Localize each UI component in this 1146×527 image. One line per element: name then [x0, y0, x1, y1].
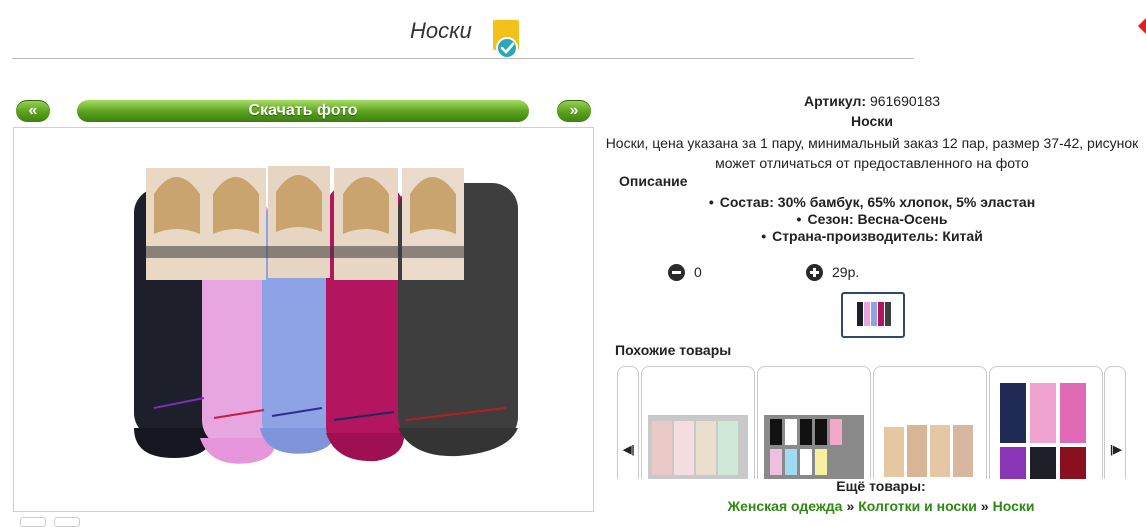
similar-product-image [884, 425, 973, 477]
product-name: Носки [851, 113, 893, 129]
page-title: Носки [410, 18, 472, 43]
carousel-next-button[interactable]: |▶ [1104, 366, 1126, 479]
breadcrumb-separator: » [980, 498, 989, 514]
more-products-heading: Ещё товары: [836, 478, 926, 494]
skip-back-icon: ◀| [623, 444, 635, 456]
skip-forward-icon: |▶ [1110, 444, 1122, 456]
breadcrumb-link-womens-clothing[interactable]: Женская одежда [727, 498, 842, 514]
breadcrumb-link-socks[interactable]: Носки [993, 498, 1035, 514]
download-photo-button[interactable]: Скачать фото [77, 100, 529, 122]
decrease-quantity-icon[interactable] [668, 264, 685, 281]
corner-close-icon[interactable] [1136, 14, 1146, 44]
verified-badge-icon [493, 20, 519, 58]
bottom-control[interactable] [20, 517, 46, 527]
breadcrumb-separator: » [846, 498, 855, 514]
similar-product-image [648, 415, 748, 479]
product-description: Носки, цена указана за 1 пару, минимальн… [605, 135, 1139, 171]
similar-products-heading: Похожие товары [615, 342, 732, 358]
sku-value: 961690183 [869, 93, 941, 109]
sku-line: Артикул: 961690183 [596, 93, 1146, 109]
breadcrumb: Женская одежда» Колготки и носки» Носки [596, 498, 1146, 514]
bottom-control[interactable] [54, 517, 80, 527]
breadcrumb-link-tights-socks[interactable]: Колготки и носки [858, 498, 977, 514]
similar-product-image [1000, 383, 1086, 479]
specs-list: Состав: 30% бамбук, 65% хлопок, 5% эласт… [596, 194, 1146, 245]
photo-prev-button[interactable]: « [16, 100, 50, 122]
increase-quantity-icon[interactable] [806, 264, 823, 281]
similar-product-card[interactable] [641, 366, 755, 479]
similar-product-card[interactable] [757, 366, 871, 479]
spec-item: Состав: 30% бамбук, 65% хлопок, 5% эласт… [596, 194, 1146, 211]
photo-next-button[interactable]: » [557, 100, 591, 122]
sku-label: Артикул: [803, 93, 867, 109]
product-photo[interactable] [13, 127, 594, 512]
thumbnail-image [857, 302, 891, 326]
spec-item: Сезон: Весна-Осень [596, 211, 1146, 228]
description-heading: Описание [619, 173, 688, 189]
spec-item: Страна-производитель: Китай [596, 228, 1146, 245]
socks-image [134, 166, 518, 464]
title-bar: Носки [12, 8, 914, 59]
carousel-prev-button[interactable]: ◀| [617, 366, 639, 479]
similar-product-card[interactable] [873, 366, 987, 479]
selected-photo-thumbnail[interactable] [841, 292, 905, 338]
similar-product-image [764, 415, 864, 479]
price: 29р. [832, 264, 860, 280]
similar-product-card[interactable] [989, 366, 1103, 479]
sock-label-cards [146, 166, 464, 280]
quantity-value: 0 [694, 264, 702, 280]
